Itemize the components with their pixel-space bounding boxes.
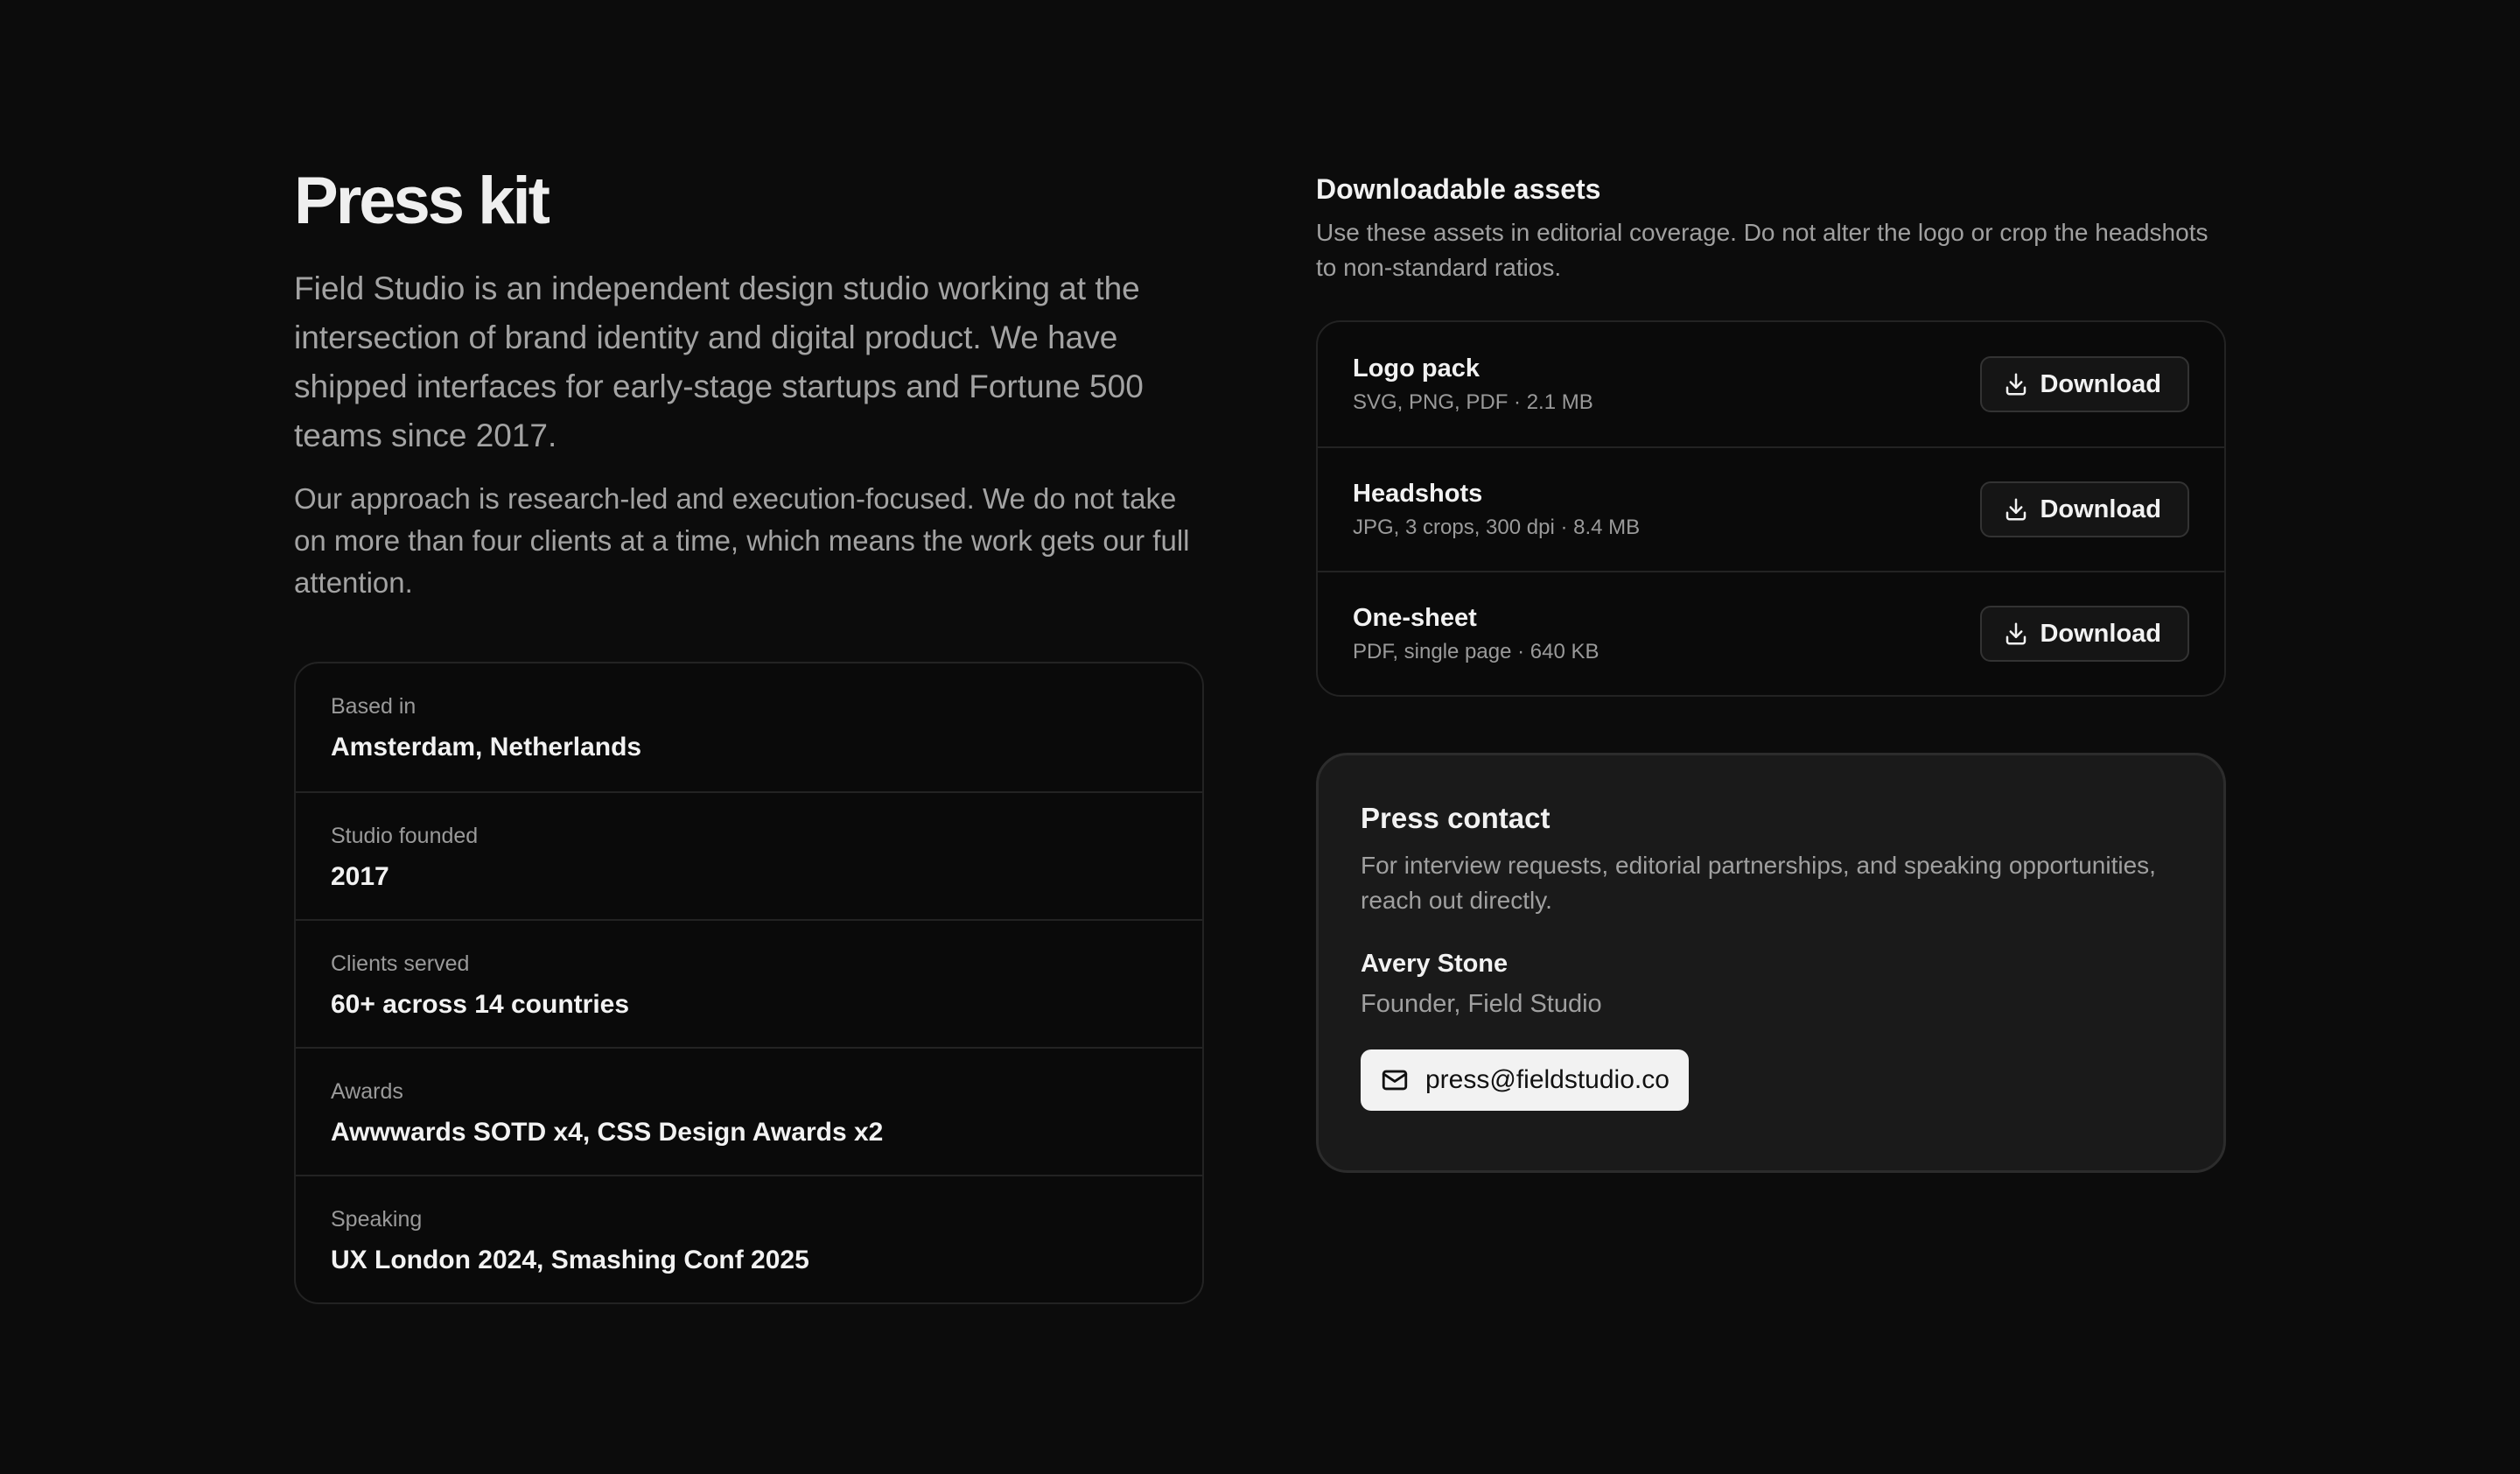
assets-description: Use these assets in editorial coverage. … [1316,219,2208,281]
fact-value: Amsterdam, Netherlands [331,733,642,762]
fact-row-founded: Studio founded 2017 [296,791,1202,919]
download-label: Download [2040,619,2161,648]
asset-info: One-sheet PDF, single page · 640 KB [1353,600,1600,667]
page-title: Press kit [294,164,550,238]
intro-lede: Field Studio is an independent design st… [294,270,1144,453]
download-icon [2006,498,2026,521]
contact-name: Avery Stone [1361,950,1508,978]
asset-name: Headshots [1353,480,1483,508]
contact-role: Founder, Field Studio [1361,990,1602,1018]
assets-column: Downloadable assets Use these assets in … [1316,170,2226,1173]
fact-label: Studio founded [331,824,479,848]
asset-row-one-sheet: One-sheet PDF, single page · 640 KB Down… [1318,571,2224,695]
asset-name: Logo pack [1353,354,1480,383]
studio-facts-card: Based in Amsterdam, Netherlands Studio f… [294,662,1204,1304]
download-icon [2006,622,2026,645]
fact-row-awards: Awards Awwwards SOTD x4, CSS Design Awar… [296,1047,1202,1175]
asset-info: Headshots JPG, 3 crops, 300 dpi · 8.4 MB [1353,476,1640,543]
intro-approach: Our approach is research-led and executi… [294,482,1190,599]
fact-value: UX London 2024, Smashing Conf 2025 [331,1246,809,1274]
asset-meta: JPG, 3 crops, 300 dpi · 8.4 MB [1353,516,1641,539]
asset-name: One-sheet [1353,604,1477,632]
fact-row-based-in: Based in Amsterdam, Netherlands [296,663,1202,791]
contact-title: Press contact [1361,802,1550,834]
fact-value: Awwwards SOTD x4, CSS Design Awards x2 [331,1118,884,1147]
fact-label: Awards [331,1079,403,1104]
mail-icon [1382,1070,1408,1091]
fact-value: 2017 [331,862,389,891]
fact-label: Clients served [331,951,470,976]
asset-meta: PDF, single page · 640 KB [1353,640,1600,663]
fact-row-speaking: Speaking UX London 2024, Smashing Conf 2… [296,1175,1202,1302]
download-label: Download [2040,369,2161,398]
assets-list: Logo pack SVG, PNG, PDF · 2.1 MB Downloa… [1316,320,2226,697]
download-headshots-button[interactable]: Download [1980,481,2189,537]
asset-meta: SVG, PNG, PDF · 2.1 MB [1353,390,1593,414]
download-one-sheet-button[interactable]: Download [1980,606,2189,662]
fact-label: Based in [331,694,416,719]
asset-row-headshots: Headshots JPG, 3 crops, 300 dpi · 8.4 MB… [1318,446,2224,571]
fact-row-clients: Clients served 60+ across 14 countries [296,919,1202,1047]
intro-column: Press kit Field Studio is an independent… [294,159,1204,1304]
contact-description: For interview requests, editorial partne… [1361,852,2156,914]
press-contact-card: Press contact For interview requests, ed… [1316,753,2226,1173]
fact-value: 60+ across 14 countries [331,990,630,1019]
fact-label: Speaking [331,1207,423,1232]
asset-row-logo-pack: Logo pack SVG, PNG, PDF · 2.1 MB Downloa… [1318,322,2224,446]
assets-title: Downloadable assets [1316,173,1601,205]
press-kit-page: Press kit Field Studio is an independent… [0,0,2520,1474]
email-contact-button[interactable]: press@fieldstudio.co [1361,1049,1689,1111]
asset-info: Logo pack SVG, PNG, PDF · 2.1 MB [1353,351,1593,418]
download-label: Download [2040,495,2161,523]
download-logo-pack-button[interactable]: Download [1980,356,2189,412]
download-icon [2006,373,2026,396]
email-address: press@fieldstudio.co [1425,1065,1670,1094]
